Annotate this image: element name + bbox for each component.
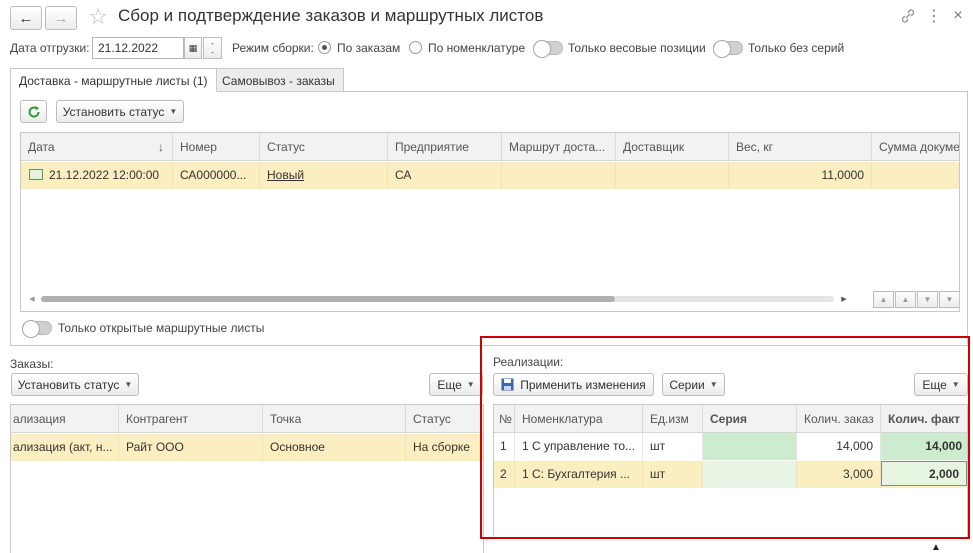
row-route (502, 162, 616, 189)
col-date-label: Дата (28, 140, 55, 154)
refresh-button[interactable] (20, 100, 47, 123)
row-status-link[interactable]: Новый (260, 162, 388, 189)
col-order-status[interactable]: Статус (406, 405, 483, 433)
col-route[interactable]: Маршрут доста... (502, 133, 616, 161)
back-button[interactable]: ← (10, 6, 42, 30)
forward-button[interactable]: → (45, 6, 77, 30)
weight-only-label: Только весовые позиции (568, 41, 706, 55)
only-open-label: Только открытые маршрутные листы (58, 321, 265, 335)
set-status-button-top[interactable]: Установить статус ▼ (56, 100, 184, 123)
calendar-icon: ▦ (188, 42, 198, 53)
col-sum[interactable]: Сумма докуме (872, 133, 959, 161)
table-row[interactable]: ализация (акт, н... Райт ООО Основное На… (11, 434, 483, 461)
row-sum (872, 162, 959, 189)
back-arrow-icon: ← (18, 9, 34, 27)
mode-label: Режим сборки: (232, 41, 314, 55)
mode-radio-by-orders[interactable] (318, 41, 331, 54)
mode-option-by-nomenclature: По номенклатуре (428, 41, 526, 55)
orders-title: Заказы: (10, 357, 54, 371)
order-doc: ализация (акт, н... (11, 434, 119, 461)
row-courier (616, 162, 729, 189)
document-icon (29, 169, 43, 180)
set-status-label: Установить статус (62, 104, 165, 119)
dropdown-arrow-icon: ▼ (124, 380, 133, 389)
row-date: 21.12.2022 12:00:00 (21, 162, 173, 189)
col-date[interactable]: Дата ↓ (21, 133, 173, 161)
only-open-toggle[interactable] (22, 320, 52, 338)
scroll-left-icon[interactable]: ◀ (27, 293, 37, 305)
scroll-right-icon[interactable]: ▶ (839, 293, 849, 305)
order-status: На сборке (413, 440, 470, 454)
orders-header: ализация Контрагент Точка Статус (11, 405, 483, 433)
weight-only-toggle[interactable] (533, 40, 563, 58)
forward-arrow-icon: → (53, 9, 69, 27)
orders-set-status-label: Установить статус (17, 377, 120, 392)
scroll-top-button[interactable]: ▲ (873, 291, 894, 308)
sort-desc-icon: ↓ (158, 140, 164, 154)
mode-option-by-orders: По заказам (337, 41, 401, 55)
row-date-value: 21.12.2022 12:00:00 (49, 168, 160, 182)
tab-delivery[interactable]: Доставка - маршрутные листы (1) (10, 68, 217, 92)
scroll-down-button[interactable]: ▼ (917, 291, 938, 308)
routes-table: Дата ↓ Номер Статус Предприятие Маршрут д… (20, 132, 960, 312)
order-counterparty: Райт ООО (119, 434, 263, 461)
calendar-button[interactable]: ▦ (184, 37, 202, 59)
scroll-up-button[interactable]: ▲ (895, 291, 916, 308)
dropdown-arrow-icon: ▼ (466, 380, 475, 389)
stepper-up-icon: - (211, 39, 214, 48)
col-courier[interactable]: Доставщик (616, 133, 729, 161)
row-weight: 11,0000 (729, 162, 872, 189)
col-number[interactable]: Номер (173, 133, 260, 161)
stepper-down-icon: - (211, 48, 214, 57)
orders-table: ализация Контрагент Точка Статус ализаци… (10, 404, 484, 553)
mode-radio-by-nomenclature[interactable] (409, 41, 422, 54)
scroll-bottom-button[interactable]: ▼ (939, 291, 959, 308)
orders-more-button[interactable]: Еще ▼ (429, 373, 483, 396)
no-series-toggle[interactable] (713, 40, 743, 58)
no-series-label: Только без серий (748, 41, 845, 55)
date-stepper[interactable]: - - (203, 37, 222, 59)
order-point: Основное (263, 434, 406, 461)
horizontal-scrollbar[interactable] (41, 296, 834, 302)
col-weight[interactable]: Вес, кг (729, 133, 872, 161)
ship-date-label: Дата отгрузки: (10, 41, 90, 55)
col-order-counterparty[interactable]: Контрагент (119, 405, 263, 433)
tab-pickup[interactable]: Самовывоз - заказы (213, 68, 344, 92)
refresh-icon (28, 105, 40, 118)
dropdown-arrow-icon: ▼ (169, 107, 178, 116)
star-icon[interactable]: ☆ (86, 4, 110, 30)
col-order-point[interactable]: Точка (263, 405, 406, 433)
routes-header: Дата ↓ Номер Статус Предприятие Маршрут д… (21, 133, 959, 161)
orders-set-status-button[interactable]: Установить статус ▼ (11, 373, 139, 396)
col-company[interactable]: Предприятие (388, 133, 502, 161)
orders-more-label: Еще (437, 377, 462, 392)
close-icon[interactable]: × (950, 6, 966, 26)
col-order-doc[interactable]: ализация (11, 405, 119, 433)
ship-date-field[interactable]: 21.12.2022 (92, 37, 184, 59)
page-title: Сбор и подтверждение заказов и маршрутны… (118, 6, 544, 25)
row-number: СА000000... (173, 162, 260, 189)
menu-dots-icon[interactable]: ⋮ (926, 6, 942, 26)
row-company: СА (388, 162, 502, 189)
cursor-icon: ▲ (931, 541, 941, 553)
scrollbar-thumb[interactable] (41, 296, 615, 302)
table-row[interactable]: 21.12.2022 12:00:00 СА000000... Новый СА… (21, 162, 959, 189)
highlight-frame (480, 336, 970, 539)
link-icon[interactable] (898, 6, 918, 26)
col-status[interactable]: Статус (260, 133, 388, 161)
